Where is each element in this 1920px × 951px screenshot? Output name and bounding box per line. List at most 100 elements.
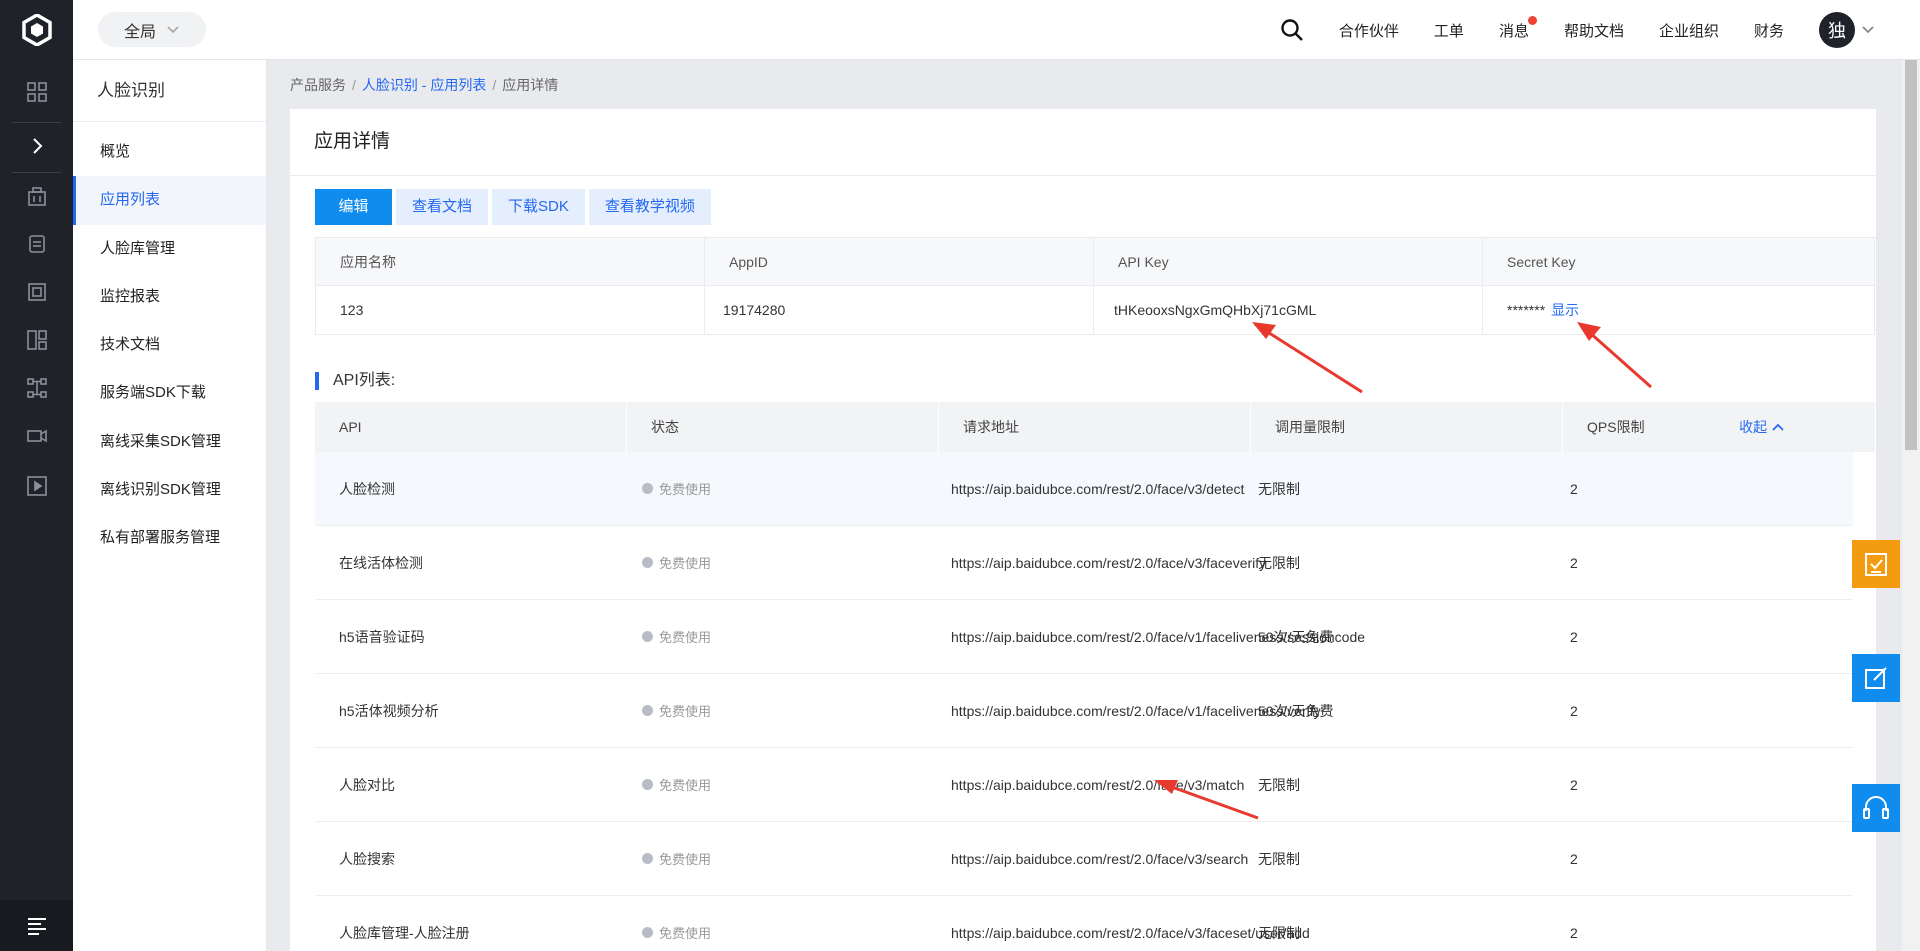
sidebar-item-face-library[interactable]: 人脸库管理	[73, 225, 266, 273]
scope-selector[interactable]: 全局	[98, 12, 206, 47]
nav-tickets[interactable]: 工单	[1434, 20, 1464, 41]
breadcrumb-link[interactable]: 人脸识别 - 应用列表	[362, 77, 486, 93]
status-label: 免费使用	[659, 482, 712, 497]
sidebar-item-offline-capture-sdk[interactable]: 离线采集SDK管理	[73, 418, 266, 466]
header-url: 请求地址	[939, 402, 1251, 452]
qps-limit: 2	[1570, 850, 1578, 867]
breadcrumb-sep: /	[492, 77, 497, 93]
request-url: https://aip.baidubce.com/rest/2.0/face/v…	[951, 480, 1245, 497]
top-nav: 合作伙伴 工单 消息 帮助文档 企业组织 财务 独	[1277, 0, 1920, 60]
page-title: 应用详情	[314, 131, 391, 152]
show-secret-link[interactable]: 显示	[1551, 302, 1579, 318]
qps-limit: 2	[1570, 924, 1578, 941]
header-api-key: API Key	[1094, 237, 1483, 286]
scrollbar-thumb[interactable]	[1905, 60, 1917, 450]
search-icon[interactable]	[1277, 15, 1307, 45]
nav-messages-label: 消息	[1498, 22, 1529, 40]
table-row: 人脸库管理-人脸注册 免费使用 https://aip.baidubce.com/r…	[315, 896, 1853, 951]
request-url: https://aip.baidubce.com/rest/2.0/face/v…	[951, 554, 1267, 571]
tutorial-video-button[interactable]: 查看教学视频	[588, 189, 711, 225]
video-icon[interactable]	[0, 416, 73, 456]
table-row: 人脸对比 免费使用 https://aip.baidubce.com/rest/2.…	[315, 748, 1853, 822]
rail-divider	[12, 172, 61, 173]
sidebar-item-server-sdk[interactable]: 服务端SDK下载	[73, 369, 266, 417]
product-sidebar: 人脸识别 概览 应用列表 人脸库管理 监控报表 技术文档 服务端SDK下载 离线…	[73, 60, 267, 951]
database-icon[interactable]	[0, 224, 73, 264]
request-url: https://aip.baidubce.com/rest/2.0/face/v…	[951, 628, 1366, 645]
api-name: h5语音验证码	[339, 628, 425, 645]
checklist-icon[interactable]	[1852, 540, 1900, 588]
status-label: 免费使用	[659, 778, 712, 793]
grid-icon[interactable]	[0, 72, 73, 112]
qps-limit: 2	[1570, 702, 1578, 719]
chevron-right-icon[interactable]	[0, 126, 73, 166]
request-url: https://aip.baidubce.com/rest/2.0/face/v…	[951, 702, 1321, 719]
nav-finance[interactable]: 财务	[1754, 20, 1784, 41]
request-url: https://aip.baidubce.com/rest/2.0/face/v…	[951, 850, 1249, 867]
dashboard-icon[interactable]	[0, 320, 73, 360]
status-dot	[642, 779, 653, 790]
header-secret-key: Secret Key	[1507, 253, 1576, 270]
header-call-limit: 调用量限制	[1251, 402, 1563, 452]
call-limit: 无限制	[1258, 554, 1300, 571]
header-qps-label: QPS限制	[1587, 419, 1645, 435]
api-name: 人脸检测	[339, 480, 395, 497]
page-scrollbar[interactable]	[1902, 60, 1920, 951]
call-limit: 无限制	[1258, 480, 1300, 497]
sidebar-item-app-list[interactable]: 应用列表	[73, 176, 266, 225]
app-id-value: 19174280	[705, 286, 1094, 334]
api-name: h5活体视频分析	[339, 702, 439, 719]
network-icon[interactable]	[0, 368, 73, 408]
user-menu[interactable]: 独	[1819, 12, 1875, 48]
sidebar-item-private-deploy[interactable]: 私有部署服务管理	[73, 514, 266, 562]
qps-limit: 2	[1570, 628, 1578, 645]
collapse-toggle[interactable]: 收起	[1739, 402, 1785, 452]
headset-icon[interactable]	[1852, 784, 1900, 832]
view-docs-button[interactable]: 查看文档	[396, 189, 489, 225]
qps-limit: 2	[1570, 480, 1578, 497]
sidebar-item-tech-docs[interactable]: 技术文档	[73, 321, 266, 369]
edit-icon[interactable]	[1852, 654, 1900, 702]
request-url: https://aip.baidubce.com/rest/2.0/face/v…	[951, 924, 1310, 941]
sidebar-item-overview[interactable]: 概览	[73, 128, 266, 176]
header-app-id: AppID	[705, 237, 1094, 286]
building-icon[interactable]	[0, 176, 73, 216]
status-badge: 免费使用	[627, 479, 939, 498]
menu-icon[interactable]	[0, 900, 73, 951]
nav-partners[interactable]: 合作伙伴	[1339, 20, 1399, 41]
status-label: 免费使用	[659, 630, 712, 645]
chevron-down-icon	[1862, 26, 1874, 34]
api-key-value: tHKeooxsNgxGmQHbXj71cGML	[1094, 286, 1483, 334]
breadcrumb-root[interactable]: 产品服务	[290, 77, 346, 93]
edit-button[interactable]: 编辑	[315, 189, 392, 225]
chevron-up-icon	[1772, 423, 1784, 431]
status-badge: 免费使用	[627, 553, 939, 572]
nav-organization[interactable]: 企业组织	[1659, 20, 1719, 41]
nav-help-docs[interactable]: 帮助文档	[1564, 20, 1624, 41]
cloud-logo-icon[interactable]	[0, 0, 73, 60]
play-icon[interactable]	[0, 466, 73, 506]
action-tabs: 编辑 查看文档 下载SDK 查看教学视频	[315, 189, 711, 225]
top-bar: 全局 合作伙伴 工单 消息 帮助文档 企业组织 财务 独	[73, 0, 1920, 60]
download-sdk-button[interactable]: 下载SDK	[492, 189, 585, 225]
sidebar-item-monitoring[interactable]: 监控报表	[73, 273, 266, 321]
call-limit: 无限制	[1258, 776, 1300, 793]
rail-divider	[12, 122, 61, 123]
table-row: h5活体视频分析 免费使用 https://aip.baidubce.com/res…	[315, 674, 1853, 748]
secret-key-cell: ******* 显示	[1483, 286, 1874, 334]
status-dot	[642, 927, 653, 938]
table-row: 在线活体检测 免费使用 https://aip.baidubce.com/rest/…	[315, 526, 1853, 600]
call-limit: 无限制	[1258, 850, 1300, 867]
table-row: 人脸检测 免费使用 https://aip.baidubce.com/rest/2.…	[315, 452, 1853, 526]
sidebar-item-offline-recognition-sdk[interactable]: 离线识别SDK管理	[73, 466, 266, 514]
call-limit: 无限制	[1258, 924, 1300, 941]
status-label: 免费使用	[659, 926, 712, 941]
collapse-label: 收起	[1739, 419, 1768, 435]
table-row: h5语音验证码 免费使用 https://aip.baidubce.com/rest…	[315, 600, 1853, 674]
nav-messages[interactable]: 消息	[1498, 15, 1537, 41]
status-badge: 免费使用	[627, 627, 939, 646]
doc-icon[interactable]	[0, 272, 73, 312]
app-name-value: 123	[316, 286, 705, 334]
app-detail-card: 应用详情 编辑 查看文档 下载SDK 查看教学视频 应用名称 AppID API…	[290, 109, 1876, 951]
breadcrumb: 产品服务 / 人脸识别 - 应用列表 / 应用详情	[290, 75, 558, 95]
